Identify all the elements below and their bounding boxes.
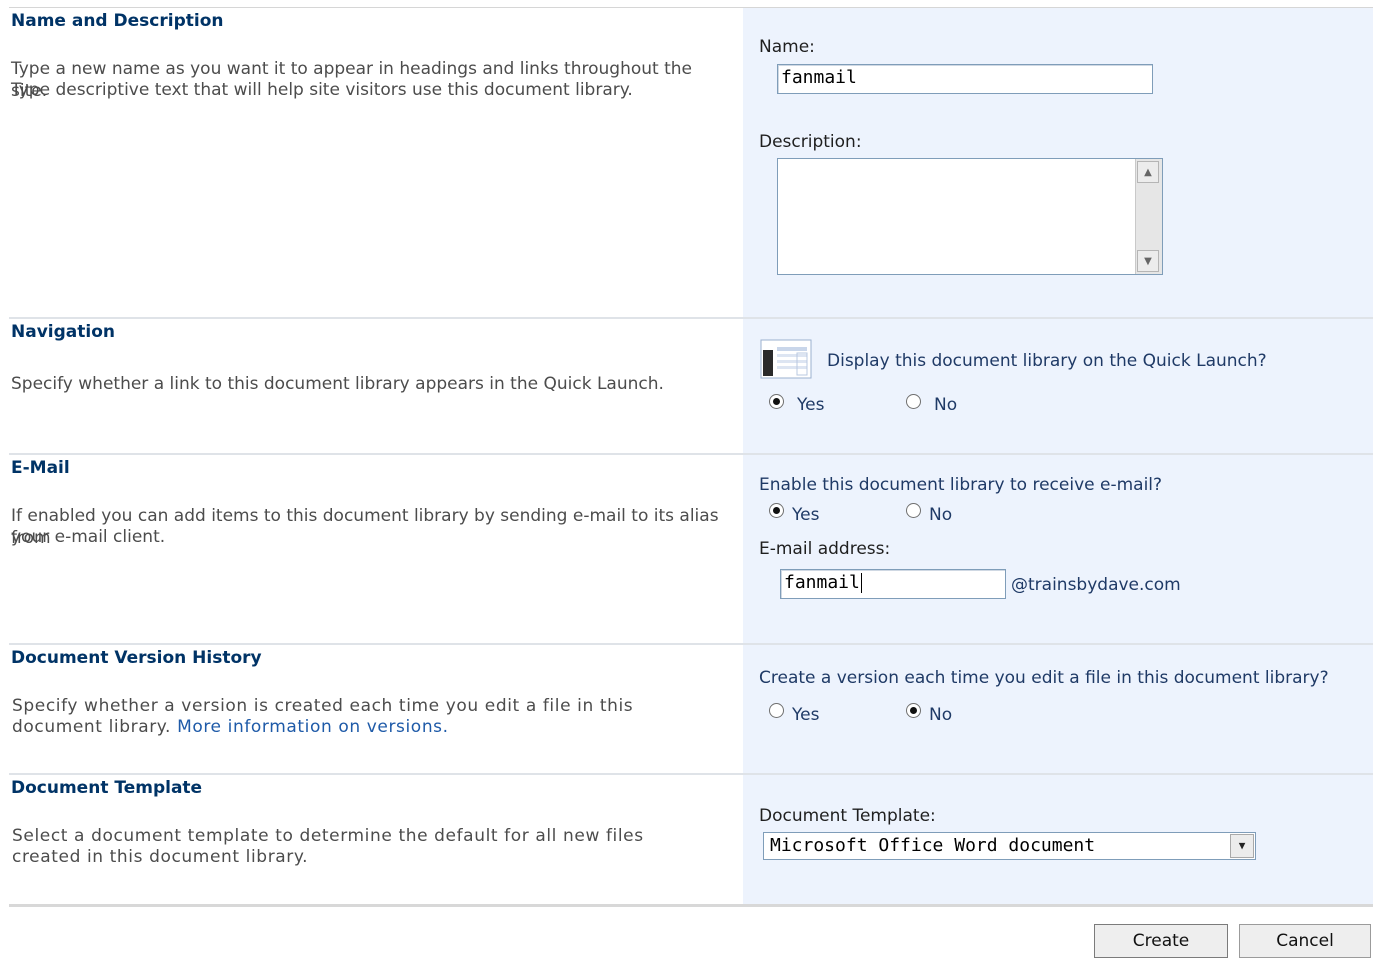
email-domain-suffix: @trainsbydave.com: [1011, 575, 1181, 595]
versioning-yes-label[interactable]: Yes: [792, 705, 819, 725]
cancel-button[interactable]: Cancel: [1239, 924, 1371, 958]
navigation-yes-radio[interactable]: [769, 394, 784, 409]
name-description-heading: Name and Description: [11, 11, 224, 31]
email-yes-radio[interactable]: [769, 503, 784, 518]
template-heading: Document Template: [11, 778, 203, 798]
navigation-question: Display this document library on the Qui…: [827, 351, 1267, 371]
description-scrollbar[interactable]: ▲ ▼: [1135, 159, 1162, 274]
versioning-no-radio[interactable]: [906, 703, 921, 718]
email-no-radio[interactable]: [906, 503, 921, 518]
template-desc-line2: created in this document library.: [12, 847, 309, 867]
more-info-versions-link[interactable]: More information on versions.: [177, 717, 449, 737]
section-right-panel: [743, 645, 1373, 773]
name-label: Name:: [759, 37, 815, 57]
email-desc-line2: your e-mail client.: [11, 527, 166, 547]
email-no-label[interactable]: No: [929, 505, 952, 525]
section-name-description: [9, 8, 1373, 317]
scroll-up-icon[interactable]: ▲: [1137, 161, 1159, 183]
text-cursor: [860, 573, 862, 593]
name-description-desc-line2: Type descriptive text that will help sit…: [11, 80, 633, 100]
scroll-down-icon[interactable]: ▼: [1137, 250, 1159, 272]
versioning-desc-line2: document library. More information on ve…: [12, 716, 712, 738]
quick-launch-icon: [760, 339, 812, 379]
navigation-no-radio[interactable]: [906, 394, 921, 409]
template-selected-value: Microsoft Office Word document: [770, 835, 1096, 856]
versioning-desc-text: document library.: [12, 717, 172, 737]
create-button[interactable]: Create: [1094, 924, 1228, 958]
versioning-no-label[interactable]: No: [929, 705, 952, 725]
section-email: [9, 455, 1373, 643]
template-label: Document Template:: [759, 806, 936, 826]
navigation-yes-label[interactable]: Yes: [797, 395, 824, 415]
email-address-input[interactable]: fanmail: [780, 569, 1006, 599]
versioning-heading: Document Version History: [11, 648, 262, 668]
template-desc-line1: Select a document template to determine …: [12, 826, 644, 846]
versioning-yes-radio[interactable]: [769, 703, 784, 718]
name-input[interactable]: fanmail: [777, 64, 1153, 94]
versioning-desc-line1: Specify whether a version is created eac…: [12, 696, 634, 716]
description-label: Description:: [759, 132, 862, 152]
template-select[interactable]: Microsoft Office Word document ▼: [763, 832, 1256, 860]
section-left-panel: [9, 455, 743, 643]
email-address-value: fanmail: [784, 572, 860, 593]
chevron-down-icon[interactable]: ▼: [1230, 834, 1254, 858]
section-divider: [9, 904, 1373, 907]
description-textarea[interactable]: ▲ ▼: [777, 158, 1163, 275]
email-address-label: E-mail address:: [759, 539, 891, 559]
email-yes-label[interactable]: Yes: [792, 505, 819, 525]
email-question: Enable this document library to receive …: [759, 475, 1163, 495]
section-right-panel: [743, 319, 1373, 453]
navigation-heading: Navigation: [11, 322, 115, 342]
section-left-panel: [9, 8, 743, 317]
email-heading: E-Mail: [11, 458, 70, 478]
navigation-desc: Specify whether a link to this document …: [11, 374, 664, 394]
navigation-no-label[interactable]: No: [934, 395, 957, 415]
versioning-question: Create a version each time you edit a fi…: [759, 668, 1329, 688]
